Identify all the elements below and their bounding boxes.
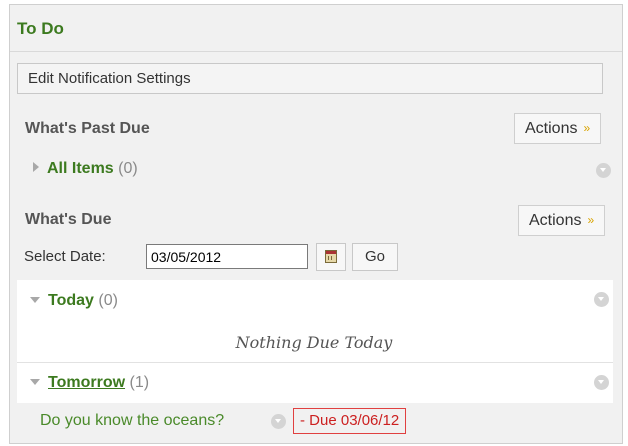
todo-item-link[interactable]: Do you know the oceans? [40, 412, 224, 430]
go-button[interactable]: Go [352, 243, 398, 271]
past-due-heading: What's Past Due [25, 120, 150, 137]
calendar-button[interactable] [316, 243, 346, 271]
today-count: (0) [98, 292, 118, 309]
today-label[interactable]: Today [48, 292, 94, 309]
group-divider [17, 362, 613, 363]
actions-label: Actions [529, 212, 582, 229]
whats-due-heading: What's Due [25, 211, 112, 228]
date-input[interactable] [146, 244, 308, 269]
chevron-double-down-icon: » [587, 213, 595, 227]
title-divider [10, 51, 622, 52]
context-menu-icon[interactable] [594, 292, 609, 307]
all-items-link[interactable]: All Items [47, 160, 114, 177]
select-date-label: Select Date: [24, 248, 106, 265]
triangle-right-icon [33, 162, 39, 172]
module-title: To Do [17, 19, 64, 38]
today-row[interactable]: Today (0) [30, 292, 118, 310]
nothing-due-message: Nothing Due Today [235, 333, 393, 352]
all-items-row[interactable]: All Items (0) [33, 160, 138, 178]
triangle-down-icon [30, 297, 40, 303]
whats-due-actions-button[interactable]: Actions » [518, 205, 606, 236]
edit-notification-settings-button[interactable]: Edit Notification Settings [17, 63, 603, 94]
past-due-actions-button[interactable]: Actions » [514, 113, 602, 144]
tomorrow-count: (1) [129, 374, 150, 391]
context-menu-icon[interactable] [594, 375, 609, 390]
triangle-down-icon [30, 379, 40, 385]
chevron-double-down-icon: » [583, 121, 591, 135]
actions-label: Actions [525, 120, 578, 137]
context-menu-icon[interactable] [271, 414, 286, 429]
due-date-badge: - Due 03/06/12 [293, 408, 407, 434]
context-menu-icon[interactable] [596, 163, 611, 178]
calendar-icon [325, 250, 337, 263]
tomorrow-row[interactable]: Tomorrow (1) [30, 374, 149, 392]
all-items-count: (0) [118, 160, 138, 177]
tomorrow-link[interactable]: Tomorrow [48, 374, 125, 391]
